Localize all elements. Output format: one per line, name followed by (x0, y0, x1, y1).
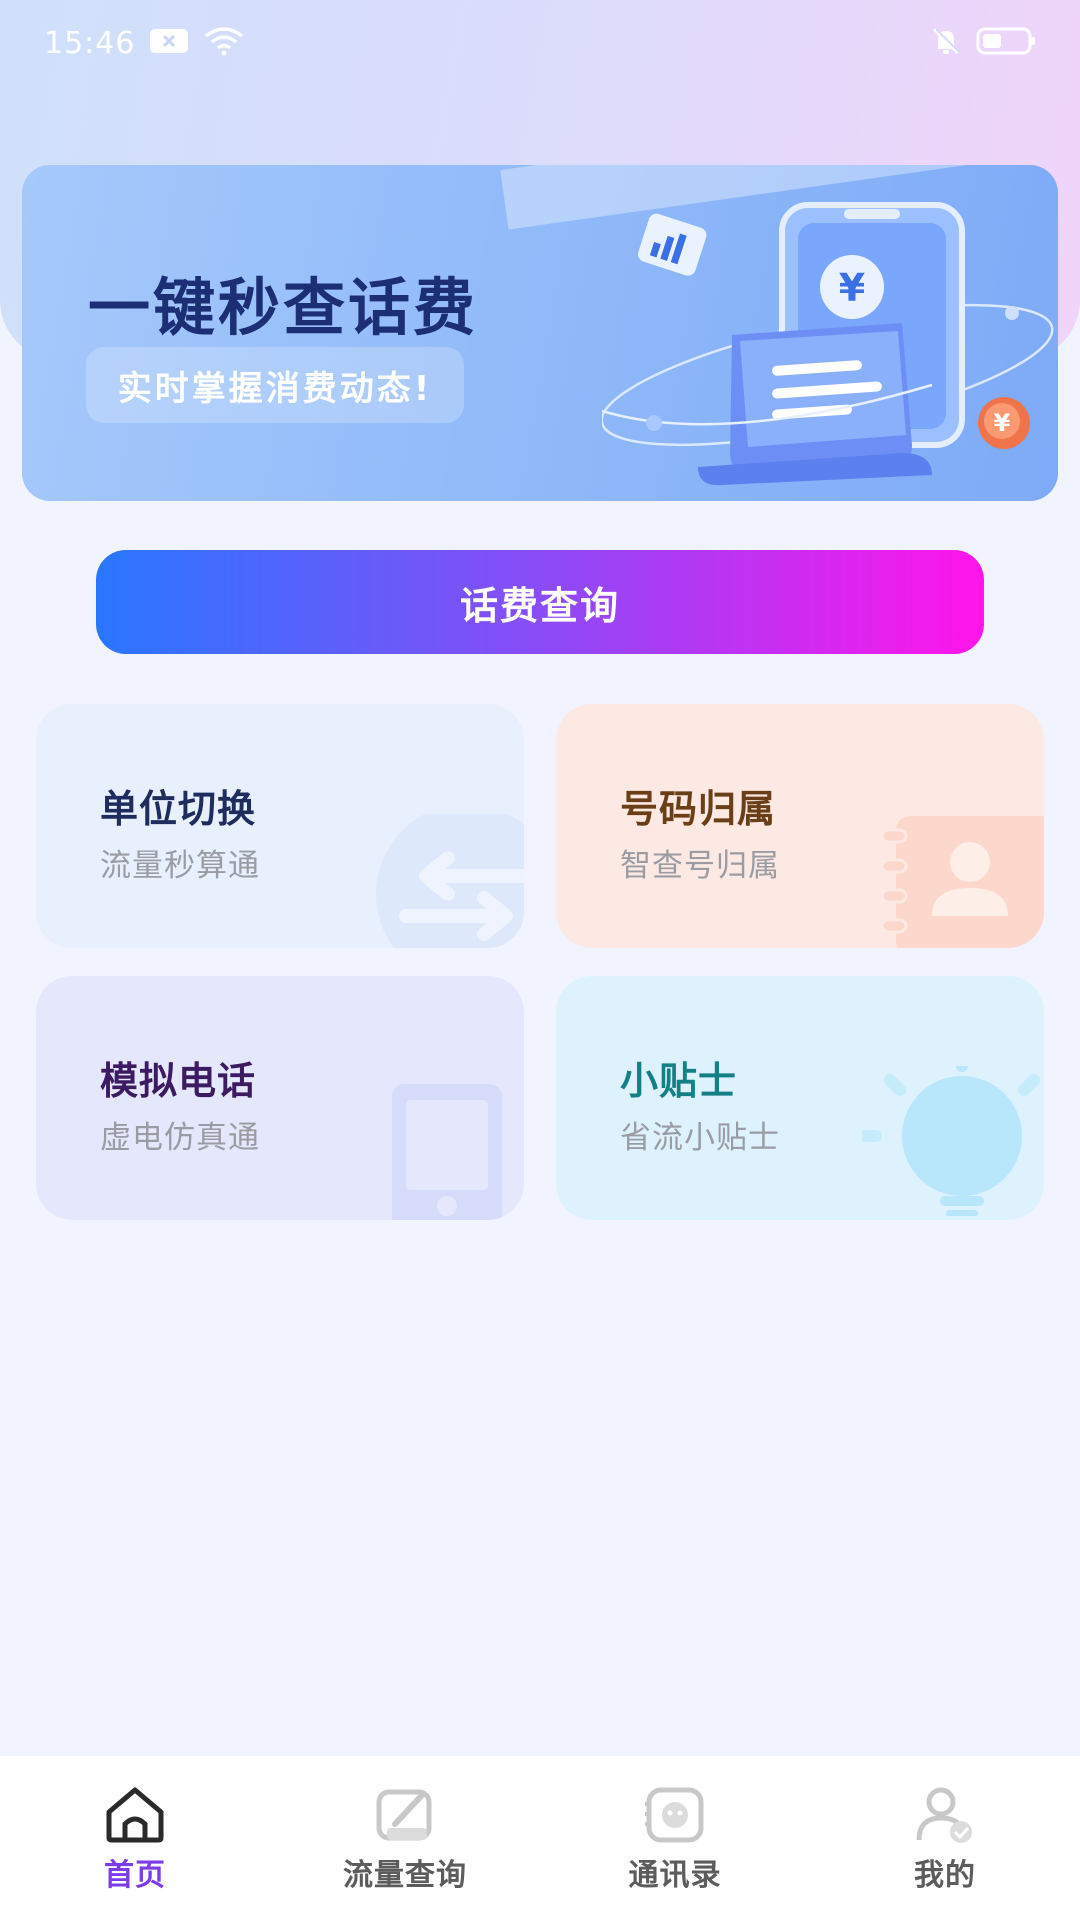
mute-bell-icon (930, 25, 962, 61)
card-number-ownership[interactable]: 号码归属 智查号归属 (556, 704, 1044, 948)
card-title: 小贴士 (620, 1059, 738, 1103)
card-subtitle: 省流小贴士 (620, 1120, 780, 1156)
promo-banner[interactable]: 一键秒查话费 实时掌握消费动态! ¥ ¥ (22, 165, 1058, 501)
nav-item-home[interactable]: 首页 (0, 1756, 270, 1920)
card-title: 号码归属 (620, 787, 777, 831)
swap-arrows-icon (376, 814, 524, 948)
card-subtitle: 智查号归属 (620, 848, 780, 884)
contacts-face-icon (645, 1787, 704, 1843)
nav-label: 流量查询 (343, 1858, 467, 1893)
nav-label: 通讯录 (628, 1858, 722, 1893)
card-title: 模拟电话 (100, 1059, 257, 1103)
phone-bill-illustration: ¥ ¥ (602, 202, 1054, 486)
bottom-nav: 首页 流量查询 通讯录 我的 (0, 1756, 1080, 1920)
user-check-icon (916, 1787, 972, 1843)
battery-icon (976, 26, 1036, 60)
card-subtitle: 流量秒算通 (100, 848, 260, 884)
query-balance-button[interactable]: 话费查询 (96, 550, 984, 654)
card-title: 单位切换 (100, 787, 257, 831)
status-bar: 15:46 (0, 0, 1080, 86)
nav-label: 我的 (914, 1858, 976, 1893)
status-time: 15:46 (44, 25, 136, 61)
status-left: 15:46 (44, 26, 245, 61)
lightbulb-icon (862, 1066, 1040, 1216)
wifi-icon (203, 26, 245, 60)
card-tips[interactable]: 小贴士 省流小贴士 (556, 976, 1044, 1220)
nav-item-data-query[interactable]: 流量查询 (270, 1756, 540, 1920)
currency-symbol: ¥ (839, 266, 865, 310)
phone-device-icon (392, 1084, 502, 1220)
banner-title: 一键秒查话费 (88, 271, 479, 344)
coin-currency-symbol: ¥ (994, 409, 1011, 437)
nav-item-contacts[interactable]: 通讯录 (540, 1756, 810, 1920)
banner-subtitle: 实时掌握消费动态! (86, 347, 464, 423)
nav-item-profile[interactable]: 我的 (810, 1756, 1080, 1920)
home-icon (106, 1787, 164, 1843)
edit-icon (376, 1789, 432, 1841)
card-simulated-call[interactable]: 模拟电话 虚电仿真通 (36, 976, 524, 1220)
contact-book-icon (880, 816, 1044, 948)
notification-x-icon (149, 27, 189, 59)
card-unit-switch[interactable]: 单位切换 流量秒算通 (36, 704, 524, 948)
nav-label: 首页 (104, 1858, 166, 1893)
status-right (930, 25, 1036, 61)
card-subtitle: 虚电仿真通 (100, 1120, 260, 1156)
